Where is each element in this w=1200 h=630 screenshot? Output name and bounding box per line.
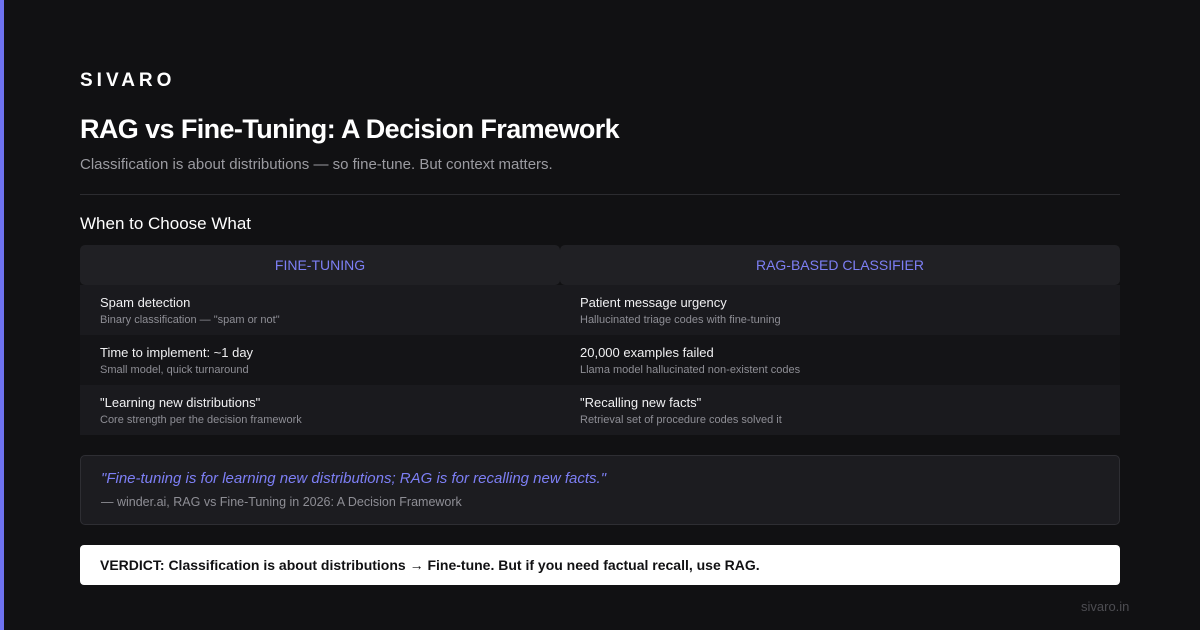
column-header-fine-tuning: FINE-TUNING [80, 245, 560, 285]
accent-bar [0, 0, 4, 630]
table-cell: Spam detection Binary classification — "… [80, 285, 560, 335]
cell-subtitle: Binary classification — "spam or not" [100, 314, 280, 326]
verdict-banner: VERDICT: Classification is about distrib… [80, 545, 1120, 585]
cell-title: 20,000 examples failed [580, 345, 714, 360]
cell-subtitle: Llama model hallucinated non-existent co… [580, 364, 801, 376]
column-header-rag: RAG-BASED CLASSIFIER [560, 245, 1120, 285]
table-cell: 20,000 examples failed Llama model hallu… [560, 335, 1120, 385]
quote-source: — winder.ai, RAG vs Fine-Tuning in 2026:… [101, 495, 462, 509]
cell-subtitle: Retrieval set of procedure codes solved … [580, 414, 782, 426]
cell-title: Patient message urgency [580, 295, 727, 310]
comparison-table: FINE-TUNING RAG-BASED CLASSIFIER Spam de… [80, 245, 1120, 435]
table-row: Time to implement: ~1 day Small model, q… [80, 335, 1120, 385]
cell-subtitle: Core strength per the decision framework [100, 414, 302, 426]
slide: SIVARO RAG vs Fine-Tuning: A Decision Fr… [0, 0, 1200, 630]
table-row: Spam detection Binary classification — "… [80, 285, 1120, 335]
cell-title: Time to implement: ~1 day [100, 345, 254, 360]
table-cell: Time to implement: ~1 day Small model, q… [80, 335, 560, 385]
table-cell: "Learning new distributions" Core streng… [80, 385, 560, 435]
cell-title: "Learning new distributions" [100, 395, 261, 410]
cell-subtitle: Hallucinated triage codes with fine-tuni… [580, 314, 781, 326]
brand-logo: SIVARO [80, 70, 176, 91]
cell-title: Spam detection [100, 295, 191, 310]
section-heading: When to Choose What [80, 214, 252, 233]
page-title: RAG vs Fine-Tuning: A Decision Framework [80, 114, 620, 144]
table-cell: Patient message urgency Hallucinated tri… [560, 285, 1120, 335]
quote-box: "Fine-tuning is for learning new distrib… [80, 455, 1120, 525]
footer-url: sivaro.in [1081, 599, 1130, 614]
cell-subtitle: Small model, quick turnaround [100, 364, 249, 376]
divider [80, 194, 1120, 195]
cell-title: "Recalling new facts" [580, 395, 702, 410]
table-header: FINE-TUNING RAG-BASED CLASSIFIER [80, 245, 1120, 285]
table-row: "Learning new distributions" Core streng… [80, 385, 1120, 435]
table-cell: "Recalling new facts" Retrieval set of p… [560, 385, 1120, 435]
quote-text: "Fine-tuning is for learning new distrib… [101, 470, 607, 487]
page-subtitle: Classification is about distributions — … [80, 156, 553, 173]
